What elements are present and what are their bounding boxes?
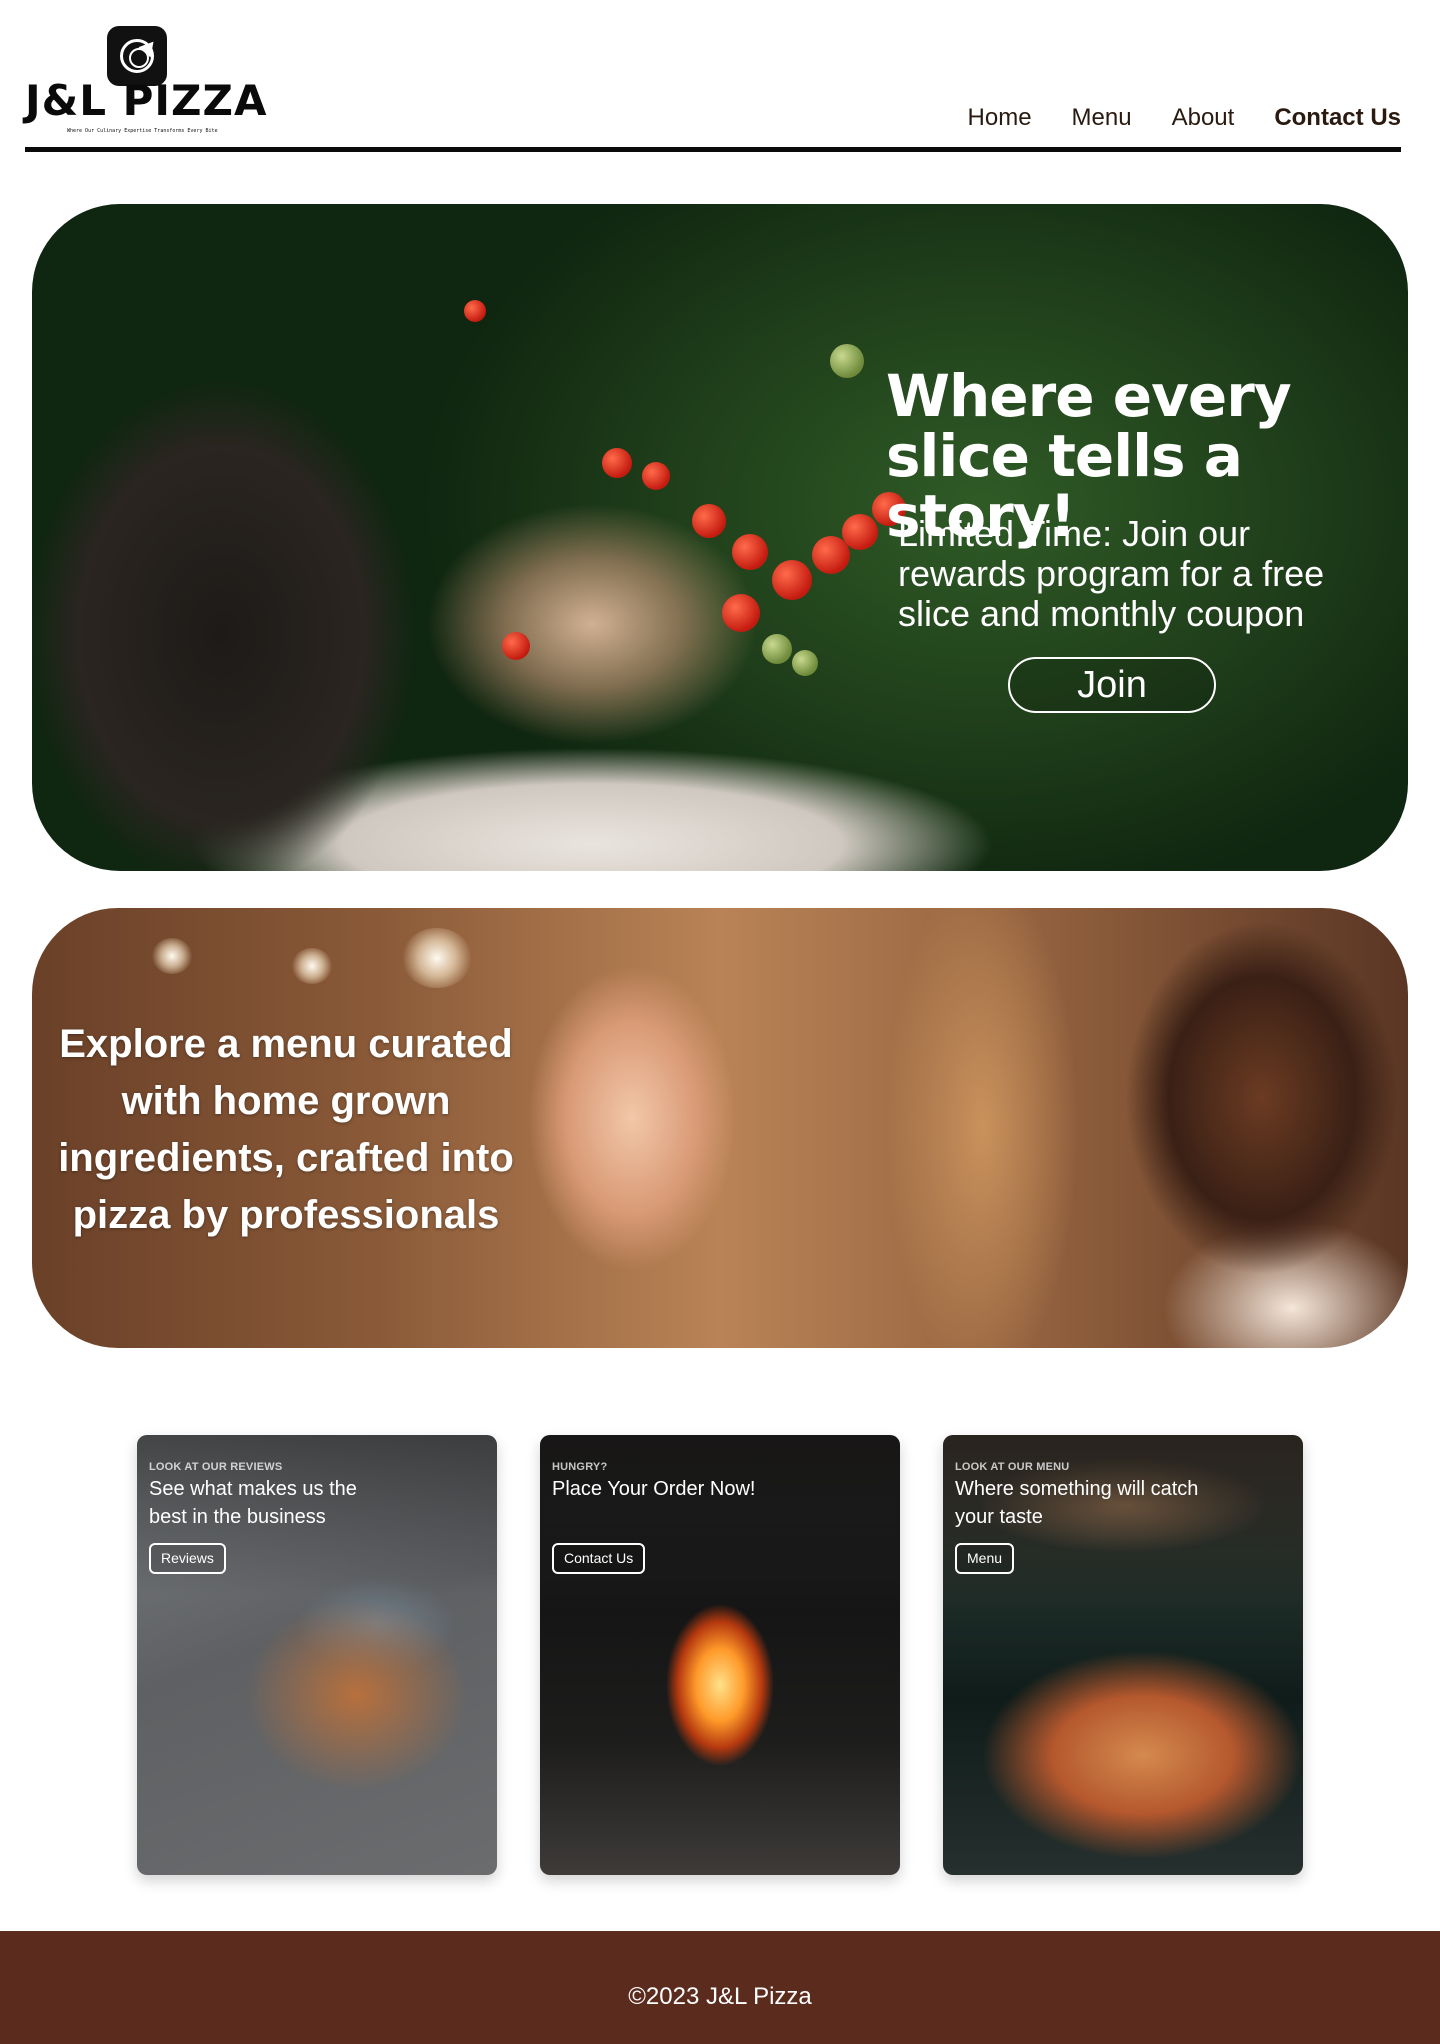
tomato-decoration	[502, 632, 530, 660]
green-tomato-decoration	[830, 344, 864, 378]
card-eyebrow: HUNGRY?	[552, 1461, 608, 1473]
green-tomato-decoration	[762, 634, 792, 664]
card-headline: Place Your Order Now!	[552, 1478, 756, 1500]
hero-promo-text: Limited Time: Join our rewards program f…	[898, 513, 1325, 634]
card-headline: Where something will catch your taste	[955, 1478, 1199, 1528]
site-header: J&L PIZZA Where Our Culinary Expertise T…	[25, 0, 1401, 152]
banner-text: Explore a menu curated with home grown i…	[58, 1022, 514, 1237]
bokeh-light	[292, 948, 332, 984]
site-footer: ©2023 J&L Pizza	[0, 1931, 1440, 2044]
menu-button[interactable]: Menu	[955, 1543, 1015, 1574]
tomato-decoration	[464, 300, 486, 322]
card-eyebrow: LOOK AT OUR MENU	[955, 1461, 1070, 1473]
nav-item-home[interactable]: Home	[968, 106, 1032, 130]
brand-tagline: Where Our Culinary Expertise Transforms …	[67, 128, 218, 134]
card-reviews[interactable]: LOOK AT OUR REVIEWS See what makes us th…	[137, 1435, 497, 1875]
tomato-decoration	[602, 448, 632, 478]
card-headline: See what makes us the best in the busine…	[149, 1478, 357, 1528]
card-eyebrow: LOOK AT OUR REVIEWS	[149, 1461, 283, 1473]
main-nav: Home Menu About Contact Us	[968, 106, 1401, 130]
nav-item-about[interactable]: About	[1172, 106, 1235, 130]
feature-cards: LOOK AT OUR REVIEWS See what makes us th…	[137, 1435, 1303, 1875]
copyright-text: ©2023 J&L Pizza	[628, 1983, 812, 2010]
bokeh-light	[152, 938, 192, 974]
hero-banner: Where every slice tells a story! Limited…	[32, 204, 1408, 871]
card-menu[interactable]: LOOK AT OUR MENU Where something will ca…	[943, 1435, 1303, 1875]
tomato-decoration	[692, 504, 726, 538]
tomato-decoration	[722, 594, 760, 632]
brand-name[interactable]: J&L PIZZA	[25, 80, 267, 122]
contact-us-button[interactable]: Contact Us	[552, 1543, 646, 1574]
tomato-decoration	[642, 462, 670, 490]
reviews-button[interactable]: Reviews	[149, 1543, 226, 1574]
menu-promo-banner: Explore a menu curated with home grown i…	[32, 908, 1408, 1348]
tomato-decoration	[732, 534, 768, 570]
tomato-decoration	[842, 514, 878, 550]
join-button[interactable]: Join	[1008, 657, 1216, 713]
bokeh-light	[402, 928, 472, 988]
nav-item-menu[interactable]: Menu	[1072, 106, 1132, 130]
tomato-decoration	[772, 560, 812, 600]
card-order[interactable]: HUNGRY? Place Your Order Now! Contact Us	[540, 1435, 900, 1875]
nav-item-contact-us[interactable]: Contact Us	[1274, 106, 1401, 130]
green-tomato-decoration	[792, 650, 818, 676]
